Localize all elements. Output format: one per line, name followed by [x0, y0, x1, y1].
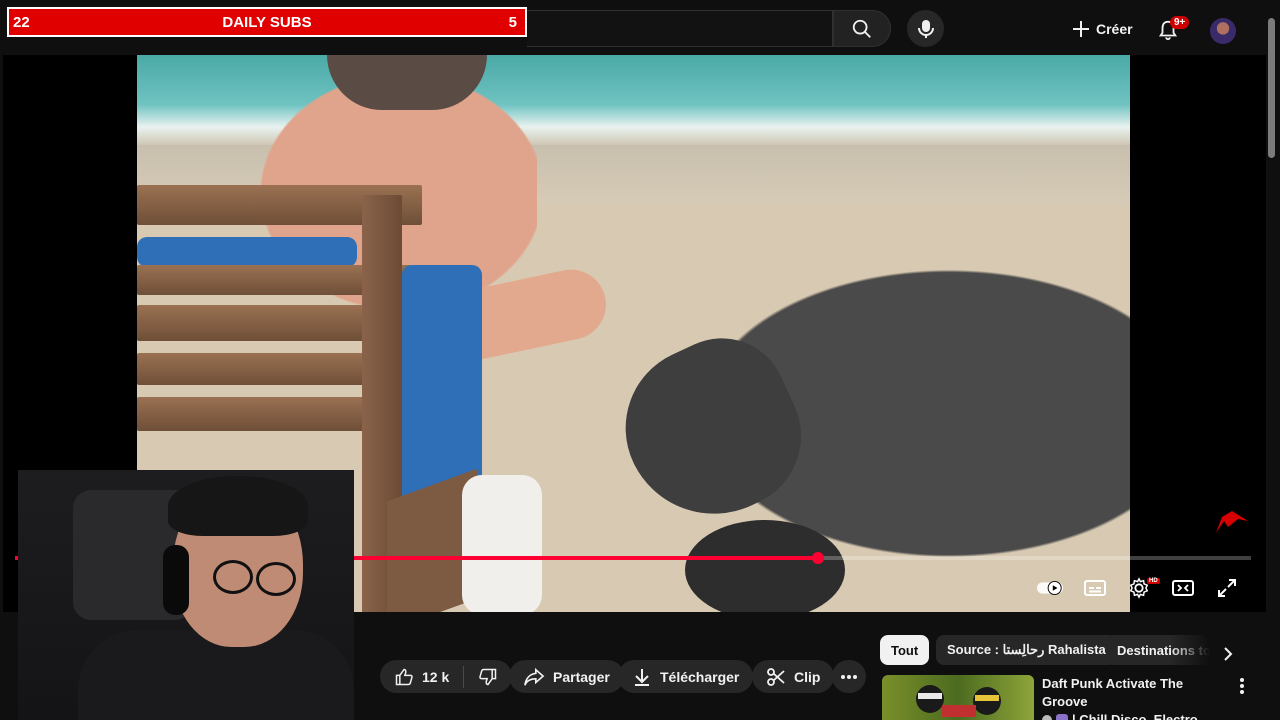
robot-emoji-icon	[1056, 714, 1068, 720]
recommendation-title-line1: Daft Punk Activate The Groove	[1042, 676, 1184, 709]
app-root: Créer 9+ 22 DAILY SUBS 5 HD 12 k Partage…	[0, 0, 1280, 720]
search-input[interactable]	[527, 10, 833, 47]
clip-label: Clip	[794, 668, 821, 685]
chip-all[interactable]: Tout	[880, 635, 930, 665]
more-vertical-icon	[1240, 678, 1244, 694]
notifications-badge: 9+	[1170, 16, 1190, 29]
hd-badge: HD	[1147, 578, 1160, 584]
chip-fade	[1170, 635, 1210, 665]
chips-next-button[interactable]	[1214, 640, 1242, 668]
webcam-overlay	[18, 470, 354, 720]
webcam-hair	[168, 476, 308, 536]
search-icon	[852, 19, 871, 38]
scissors-icon	[767, 667, 785, 686]
glasses-right	[256, 562, 296, 596]
share-button[interactable]: Partager	[509, 660, 624, 693]
recommendation-thumbnail[interactable]	[882, 675, 1034, 720]
download-icon	[635, 668, 649, 686]
chevron-right-icon	[1224, 647, 1233, 661]
headset-icon	[163, 545, 189, 615]
subtitles-button[interactable]	[1081, 575, 1109, 601]
voice-search-button[interactable]	[907, 10, 944, 47]
chip-source[interactable]: Source : رحالِستا Rahalista	[936, 635, 1117, 665]
thumbs-up-icon	[395, 668, 413, 685]
thumbs-down-icon	[479, 668, 497, 685]
daily-subs-overlay: 22 DAILY SUBS 5	[7, 7, 527, 37]
share-icon	[524, 667, 545, 686]
theater-mode-icon	[1172, 580, 1194, 596]
red-arrow-icon	[1214, 507, 1254, 537]
create-button[interactable]: Créer	[1064, 12, 1145, 46]
expand-icon	[1218, 579, 1236, 597]
clip-button[interactable]: Clip	[752, 660, 835, 693]
like-button[interactable]: 12 k	[380, 660, 463, 693]
plus-icon	[1073, 21, 1089, 37]
subs-left-count: 22	[13, 13, 30, 31]
share-label: Partager	[553, 668, 610, 685]
dislike-button[interactable]	[464, 660, 512, 693]
disc-icon	[1042, 715, 1052, 720]
scene-bag	[462, 475, 542, 612]
recommendation-menu-button[interactable]	[1232, 675, 1252, 697]
download-label: Télécharger	[660, 668, 740, 685]
scene-piglet	[685, 520, 845, 612]
like-count: 12 k	[422, 668, 450, 685]
fullscreen-button[interactable]	[1213, 575, 1241, 601]
subs-right-count: 5	[508, 13, 517, 31]
scrollbar-thumb[interactable]	[1268, 18, 1275, 158]
subs-title: DAILY SUBS	[222, 13, 312, 31]
like-dislike-group: 12 k	[380, 660, 513, 693]
subtitles-icon	[1084, 580, 1106, 596]
more-horizontal-icon	[841, 674, 857, 679]
recommendation-title[interactable]: Daft Punk Activate The Groove | Chill Di…	[1042, 675, 1232, 720]
autoplay-toggle-icon	[1036, 581, 1064, 595]
theater-mode-button[interactable]	[1169, 575, 1197, 601]
create-label: Créer	[1096, 21, 1133, 37]
autoplay-toggle[interactable]	[1036, 575, 1064, 601]
more-actions-button[interactable]	[832, 660, 866, 693]
account-avatar[interactable]	[1210, 18, 1236, 44]
microphone-icon	[917, 19, 934, 38]
glasses-left	[213, 560, 253, 594]
progress-scrubber[interactable]	[812, 552, 824, 564]
recommendation-title-line2: | Chill Disco, Electro ...	[1072, 712, 1213, 720]
download-button[interactable]: Télécharger	[618, 660, 754, 693]
search-button[interactable]	[833, 10, 891, 47]
